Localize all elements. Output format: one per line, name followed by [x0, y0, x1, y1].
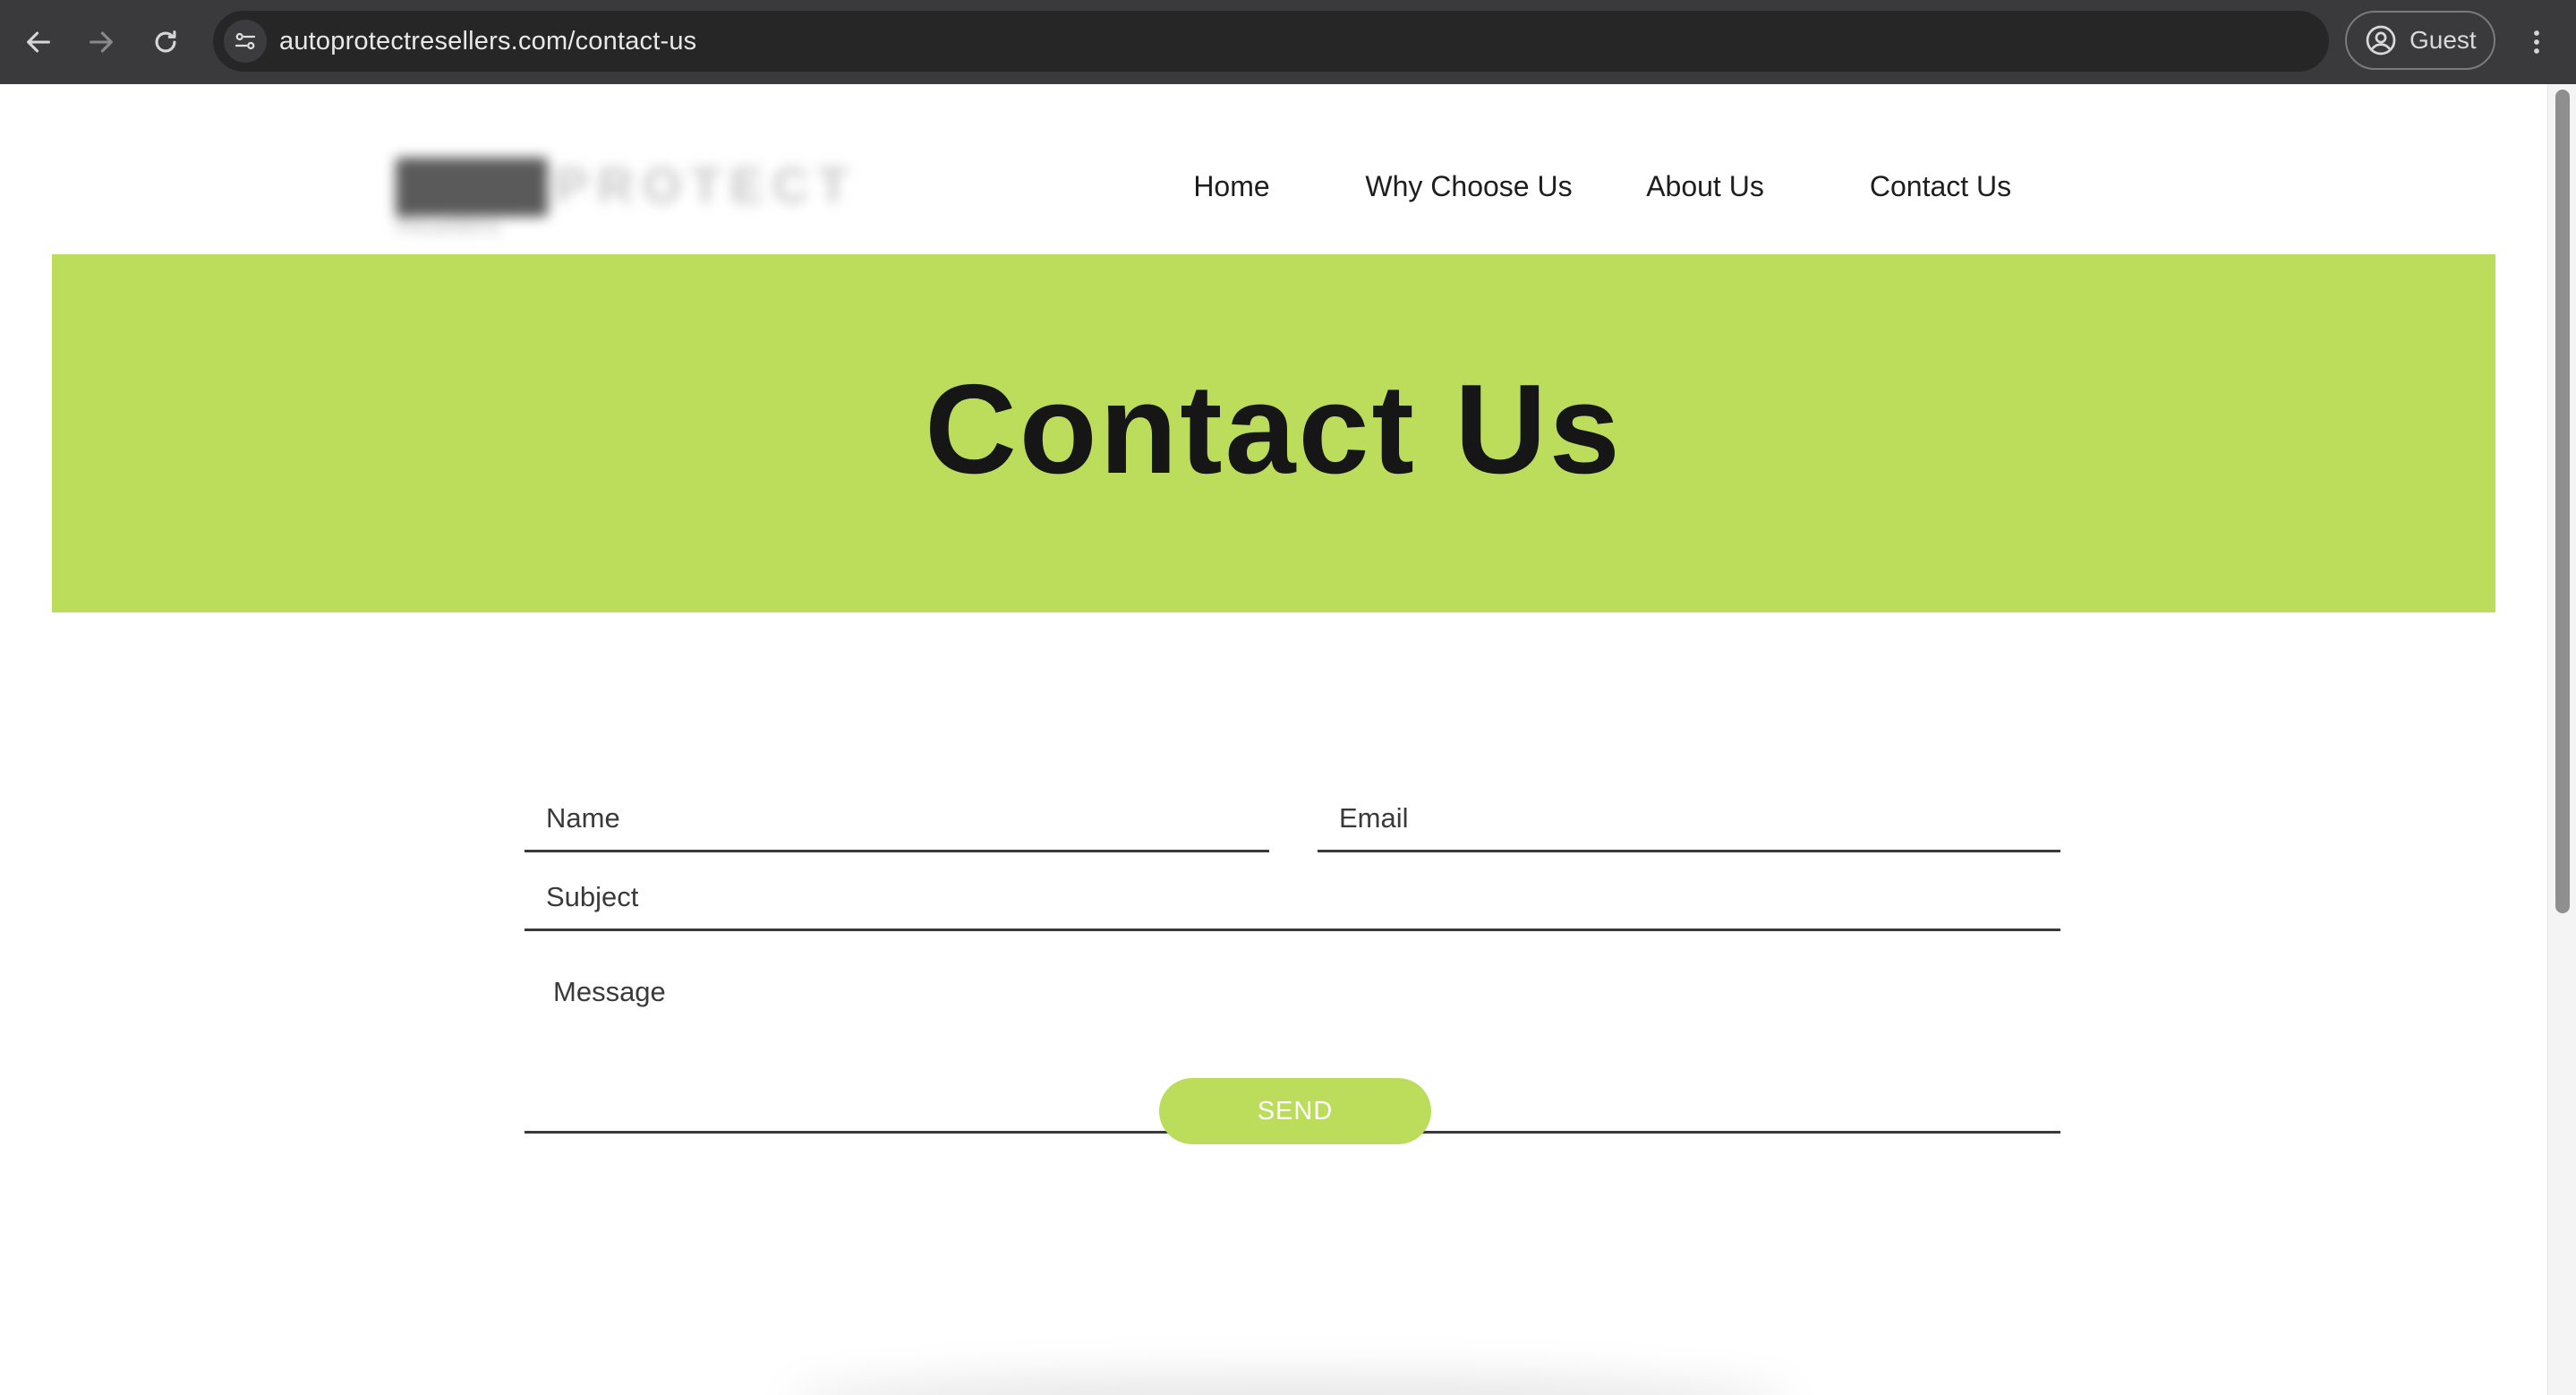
- address-bar[interactable]: autoprotectresellers.com/contact-us: [213, 11, 2329, 72]
- url-text[interactable]: autoprotectresellers.com/contact-us: [279, 11, 696, 72]
- browser-toolbar: autoprotectresellers.com/contact-us Gues…: [0, 0, 2576, 84]
- arrow-right-icon: [90, 31, 113, 53]
- scrollbar-thumb[interactable]: [2555, 90, 2570, 913]
- logo-wordmark: PROTECT: [555, 157, 857, 213]
- reload-icon: [155, 30, 176, 53]
- page-title: Contact Us: [925, 358, 1623, 501]
- subject-field[interactable]: Subject: [525, 861, 2060, 931]
- message-placeholder: Message: [553, 976, 666, 1007]
- name-placeholder: Name: [546, 802, 620, 834]
- name-field[interactable]: Name: [525, 783, 1269, 852]
- site-logo[interactable]: PROTECT Resellers: [367, 120, 868, 245]
- reload-button[interactable]: [143, 20, 188, 64]
- nav-about-us[interactable]: About Us: [1646, 170, 1764, 203]
- email-placeholder: Email: [1339, 802, 1409, 834]
- kebab-menu-icon: [2534, 30, 2539, 54]
- profile-label: Guest: [2410, 26, 2477, 54]
- email-field[interactable]: Email: [1318, 783, 2060, 852]
- logo-mark: [396, 158, 548, 217]
- site-info-button[interactable]: [224, 20, 267, 63]
- profile-button[interactable]: Guest: [2345, 11, 2495, 70]
- person-circle-icon: [2366, 25, 2396, 56]
- send-button[interactable]: SEND: [1159, 1078, 1431, 1144]
- forward-button[interactable]: [79, 20, 124, 64]
- subject-placeholder: Subject: [546, 881, 639, 912]
- nav-contact-us[interactable]: Contact Us: [1870, 170, 2011, 203]
- logo-subtitle: Resellers: [396, 211, 500, 239]
- page-viewport: PROTECT Resellers Home Why Choose Us Abo…: [0, 84, 2547, 1395]
- hero-banner: Contact Us: [52, 254, 2495, 612]
- back-button[interactable]: [16, 20, 61, 64]
- page-scrollbar[interactable]: [2547, 84, 2576, 1395]
- footer-edge: [788, 1374, 1790, 1395]
- browser-menu-button[interactable]: [2517, 20, 2556, 64]
- nav-why-choose-us[interactable]: Why Choose Us: [1365, 170, 1572, 203]
- tune-icon: [235, 32, 256, 50]
- nav-home[interactable]: Home: [1193, 170, 1269, 203]
- arrow-left-icon: [27, 31, 50, 53]
